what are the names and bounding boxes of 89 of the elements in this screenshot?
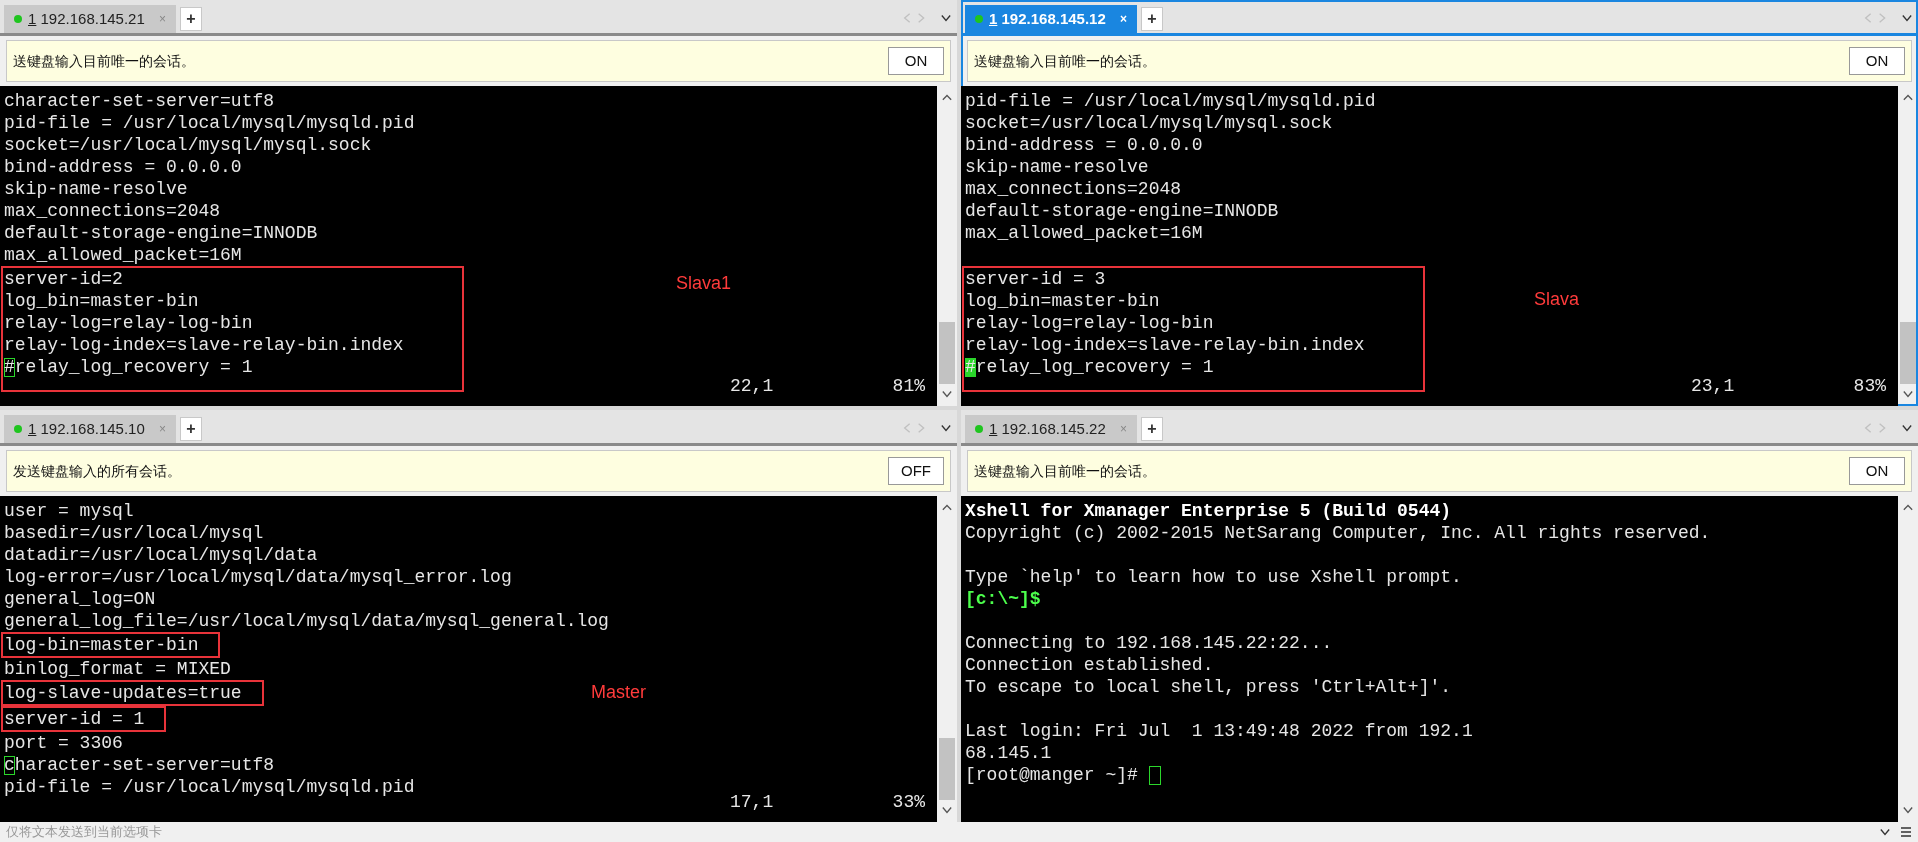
toggle-button[interactable]: ON (1849, 457, 1905, 485)
terminal-line: log-slave-updates=true (4, 682, 242, 704)
cursor-position: 22,1 (730, 375, 774, 398)
toggle-button[interactable]: ON (1849, 47, 1905, 75)
terminal-line: [root@manger ~]# (965, 764, 1138, 786)
scroll-percent: 81% (892, 375, 925, 398)
annotation-label: Master (591, 681, 646, 704)
terminal-line: max_allowed_packet=16M (965, 222, 1203, 244)
terminal-line: server-id = 3 (965, 268, 1106, 290)
status-dot-icon (14, 425, 22, 433)
menu-icon[interactable] (1900, 826, 1912, 838)
terminal-line: default-storage-engine=INNODB (965, 200, 1279, 222)
terminal-line: Connecting to 192.168.145.22:22... (965, 632, 1333, 654)
terminal-line: Xshell for Xmanager Enterprise 5 (Build 0544) (965, 500, 1452, 522)
scrollbar-thumb[interactable] (939, 738, 955, 800)
new-tab-button[interactable]: + (180, 7, 202, 31)
toggle-button[interactable]: ON (888, 47, 944, 75)
terminal-line: socket=/usr/local/mysql/mysql.sock (4, 134, 372, 156)
terminal-line: max_connections=2048 (4, 200, 221, 222)
terminal-line: pid-file = /usr/local/mysql/mysqld.pid (965, 90, 1376, 112)
scroll-percent: 83% (1853, 375, 1886, 398)
scroll-down-icon[interactable] (1903, 804, 1913, 816)
scroll-down-icon[interactable] (1903, 388, 1913, 400)
terminal-line: log-bin=master-bin (4, 634, 199, 656)
cursor-position: 17,1 (730, 791, 774, 814)
new-tab-button[interactable]: + (1141, 7, 1163, 31)
status-dot-icon (975, 15, 983, 23)
new-tab-button[interactable]: + (1141, 417, 1163, 441)
terminal-line: pid-file = /usr/local/mysql/mysqld.pid (4, 112, 415, 134)
terminal-line: binlog_format = MIXED (4, 658, 231, 680)
terminal-line: bind-address = 0.0.0.0 (4, 156, 242, 178)
dropdown-icon[interactable] (1902, 12, 1912, 24)
scroll-down-icon[interactable] (942, 388, 952, 400)
terminal-line: log-error=/usr/local/mysql/data/mysql_error.log (4, 566, 512, 588)
terminal-line: To escape to local shell, press 'Ctrl+Alt+]'. (965, 676, 1452, 698)
terminal-line: skip-name-resolve (965, 156, 1149, 178)
terminal-line: basedir=/usr/local/mysql (4, 522, 264, 544)
status-text: 仅将文本发送到当前选项卡 (6, 823, 162, 842)
terminal-line: Type `help' to learn how to use Xshell prompt. (965, 566, 1462, 588)
banner-text: 送键盘输入目前唯一的会话。 (974, 51, 1156, 71)
session-tab[interactable]: 1 192.168.145.10 × (4, 415, 176, 443)
banner-text: 送键盘输入目前唯一的会话。 (974, 461, 1156, 481)
scrollbar-thumb[interactable] (1900, 322, 1916, 384)
scroll-percent: 33% (892, 791, 925, 814)
session-tab[interactable]: 1 192.168.145.22 × (965, 415, 1137, 443)
terminal-line: pid-file = /usr/local/mysql/mysqld.pid (4, 776, 415, 798)
banner-text: 发送键盘输入的所有会话。 (13, 461, 181, 481)
annotation-label: Slava1 (676, 272, 732, 295)
cursor-position: 23,1 (1691, 375, 1735, 398)
terminal-line: relay-log=relay-log-bin (4, 312, 253, 334)
terminal-line: user = mysql (4, 500, 134, 522)
status-dot-icon (975, 425, 983, 433)
terminal-line: max_allowed_packet=16M (4, 244, 242, 266)
close-tab-button[interactable]: × (1120, 10, 1127, 28)
terminal-line: datadir=/usr/local/mysql/data (4, 544, 318, 566)
terminal-line: general_log=ON (4, 588, 156, 610)
status-dot-icon (14, 15, 22, 23)
terminal-line: server-id = 1 (4, 708, 145, 730)
terminal-line: relay-log=relay-log-bin (965, 312, 1214, 334)
banner-text: 送键盘输入目前唯一的会话。 (13, 51, 195, 71)
dropdown-icon[interactable] (1902, 422, 1912, 434)
terminal-line: max_connections=2048 (965, 178, 1182, 200)
terminal-line: Copyright (c) 2002-2015 NetSarang Computer, Inc. All rights reserved. (965, 522, 1711, 544)
terminal-line: Last login: Fri Jul 1 13:49:48 2022 from 192.1 (965, 720, 1473, 742)
terminal-line: log_bin=master-bin (965, 290, 1160, 312)
terminal-line: 68.145.1 (965, 742, 1052, 764)
dropdown-icon[interactable] (941, 422, 951, 434)
session-tab[interactable]: 1 192.168.145.21 × (4, 5, 176, 33)
terminal-line: default-storage-engine=INNODB (4, 222, 318, 244)
terminal-line: Connection established. (965, 654, 1214, 676)
terminal-line: socket=/usr/local/mysql/mysql.sock (965, 112, 1333, 134)
terminal-line: log_bin=master-bin (4, 290, 199, 312)
terminal-line: port = 3306 (4, 732, 123, 754)
session-tab[interactable]: 1 192.168.145.12 × (965, 5, 1137, 33)
terminal-line: general_log_file=/usr/local/mysql/data/mysql_general.log (4, 610, 609, 632)
toggle-button[interactable]: OFF (888, 457, 944, 485)
terminal-line: bind-address = 0.0.0.0 (965, 134, 1203, 156)
scroll-down-icon[interactable] (942, 804, 952, 816)
terminal-line: relay-log-index=slave-relay-bin.index (965, 334, 1365, 356)
new-tab-button[interactable]: + (180, 417, 202, 441)
terminal-line: character-set-server=utf8 (4, 90, 275, 112)
terminal-line: skip-name-resolve (4, 178, 188, 200)
scrollbar-thumb[interactable] (939, 322, 955, 384)
dropdown-icon[interactable] (1880, 826, 1890, 838)
dropdown-icon[interactable] (941, 12, 951, 24)
annotation-label: Slava (1534, 288, 1580, 311)
terminal-line: [c:\~]$ (965, 588, 1041, 610)
terminal-line: server-id=2 (4, 268, 123, 290)
terminal-line: relay-log-index=slave-relay-bin.index (4, 334, 404, 356)
